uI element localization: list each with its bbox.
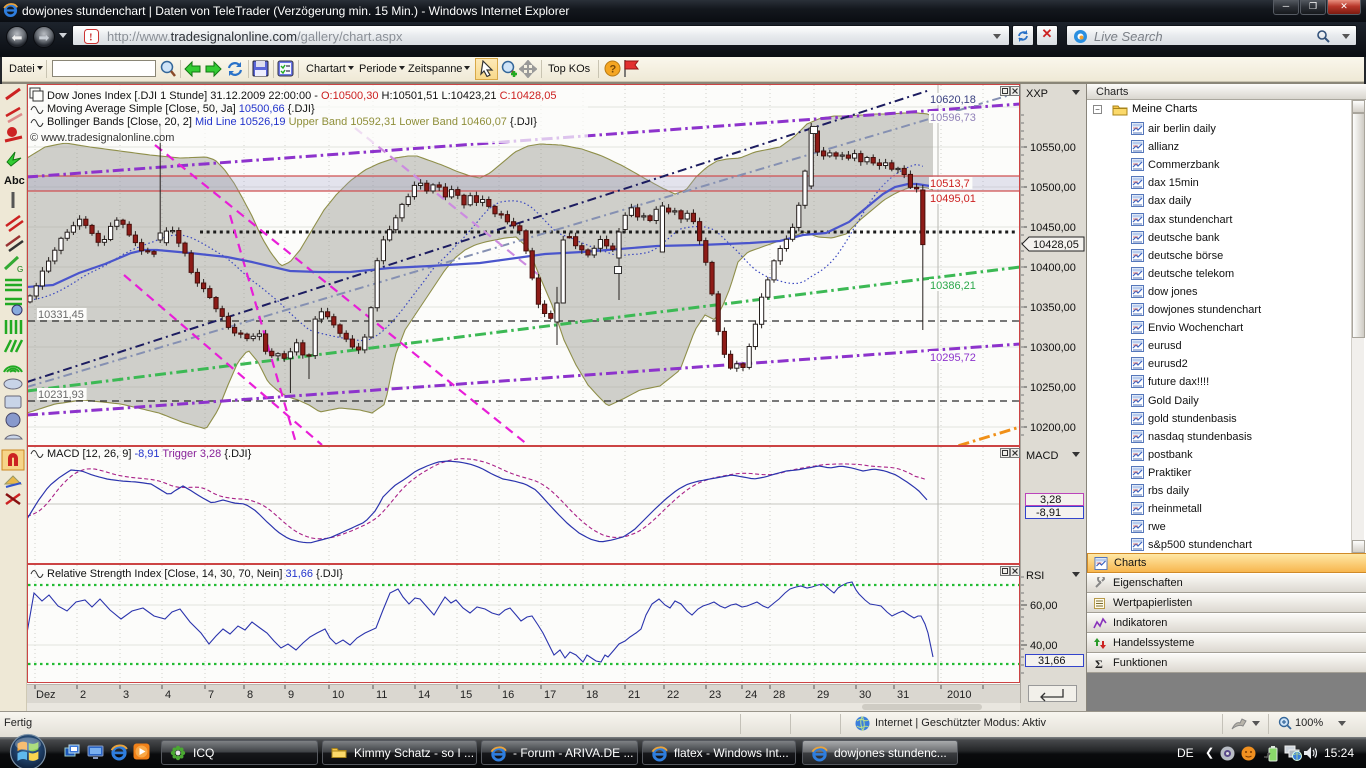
svg-text:10250,00: 10250,00 — [1030, 382, 1076, 394]
svg-text:2010: 2010 — [947, 689, 971, 701]
svg-text:Relative Strength Index [Close: Relative Strength Index [Close, 14, 30, … — [47, 568, 343, 580]
svg-text:24: 24 — [745, 689, 757, 701]
svg-text:© www.tradesignalonline.com: © www.tradesignalonline.com — [30, 132, 174, 144]
svg-text:60,00: 60,00 — [1030, 600, 1058, 612]
svg-text:10620,18: 10620,18 — [930, 94, 976, 106]
svg-text:-8,91: -8,91 — [1036, 507, 1061, 519]
svg-text:RSI: RSI — [1026, 570, 1044, 582]
svg-text:16: 16 — [502, 689, 514, 701]
svg-text:10495,01: 10495,01 — [930, 193, 976, 205]
svg-text:10428,05: 10428,05 — [1033, 239, 1079, 251]
svg-text:40,00: 40,00 — [1030, 640, 1058, 652]
svg-text:18: 18 — [586, 689, 598, 701]
svg-text:28: 28 — [773, 689, 785, 701]
svg-text:10295,72: 10295,72 — [930, 352, 976, 364]
svg-text:3,28: 3,28 — [1040, 494, 1061, 506]
svg-text:15: 15 — [460, 689, 472, 701]
svg-text:14: 14 — [418, 689, 430, 701]
svg-text:!: ! — [89, 32, 93, 44]
svg-text:2: 2 — [80, 689, 86, 701]
svg-text:10200,00: 10200,00 — [1030, 422, 1076, 434]
svg-text:21: 21 — [628, 689, 640, 701]
svg-text:?: ? — [610, 64, 617, 76]
svg-text:17: 17 — [544, 689, 556, 701]
svg-text:10231,93: 10231,93 — [38, 389, 84, 401]
svg-text:10331,45: 10331,45 — [38, 309, 84, 321]
svg-text:10400,00: 10400,00 — [1030, 262, 1076, 274]
svg-text:23: 23 — [709, 689, 721, 701]
svg-text:10450,00: 10450,00 — [1030, 222, 1076, 234]
svg-text:9: 9 — [288, 689, 294, 701]
svg-text:29: 29 — [817, 689, 829, 701]
svg-text:11: 11 — [376, 689, 387, 701]
svg-text:Dow Jones Index [.DJI 1 Stund: Dow Jones Index [.DJI 1 Stunde] 31.12.20… — [47, 90, 556, 102]
svg-text:10300,00: 10300,00 — [1030, 342, 1076, 354]
svg-text:Moving Average Simple [Close,: Moving Average Simple [Close, 50, Ja] 10… — [47, 103, 315, 115]
svg-text:Σ: Σ — [1095, 657, 1103, 670]
svg-text:Abc: Abc — [4, 175, 25, 187]
svg-text:31,66: 31,66 — [1038, 655, 1066, 667]
svg-text:10350,00: 10350,00 — [1030, 302, 1076, 314]
svg-text:4: 4 — [165, 689, 171, 701]
svg-text:31: 31 — [897, 689, 909, 701]
svg-text:22: 22 — [667, 689, 679, 701]
svg-text:Dez: Dez — [36, 689, 56, 701]
svg-text:MACD [12, 26, 9] -8,91 Trigger: MACD [12, 26, 9] -8,91 Trigger 3,28 {.DJ… — [47, 448, 252, 460]
svg-text:10386,21: 10386,21 — [930, 280, 976, 292]
svg-text:Bollinger Bands [Close, 20, 2]: Bollinger Bands [Close, 20, 2] Mid Line … — [47, 116, 537, 128]
svg-text:3: 3 — [123, 689, 129, 701]
svg-text:10500,00: 10500,00 — [1030, 182, 1076, 194]
svg-text:10: 10 — [332, 689, 344, 701]
svg-text:XXP: XXP — [1026, 88, 1048, 100]
svg-text:7: 7 — [208, 689, 214, 701]
svg-text:30: 30 — [859, 689, 871, 701]
svg-text:10550,00: 10550,00 — [1030, 142, 1076, 154]
svg-text:G: G — [17, 265, 23, 274]
svg-text:8: 8 — [247, 689, 253, 701]
svg-text:MACD: MACD — [1026, 450, 1058, 462]
svg-text:10513,7: 10513,7 — [930, 178, 970, 190]
svg-text:10596,73: 10596,73 — [930, 112, 976, 124]
